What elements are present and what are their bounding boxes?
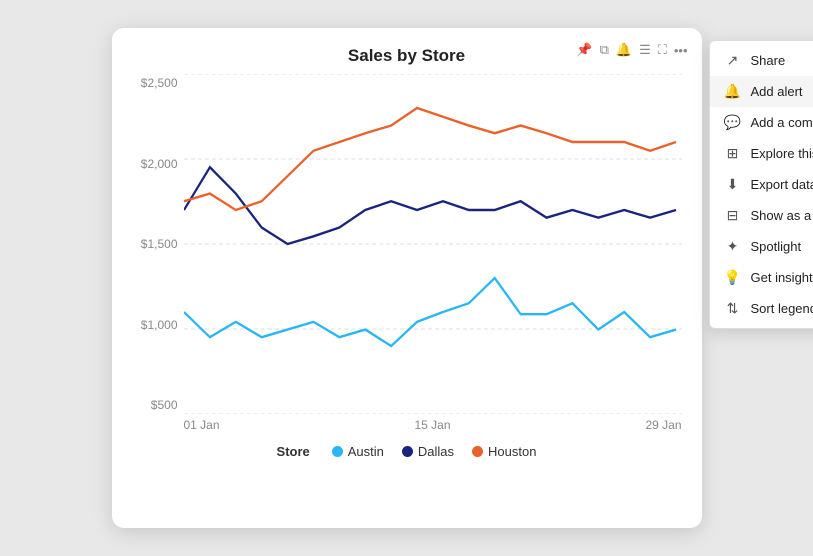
chart-toolbar: 📌 ⧉ 🔔 ☰ ⛶ ••• [576, 42, 687, 58]
context-menu: ↗ Share › 🔔 Add alert 💬 Add a comment ⊞ … [709, 40, 813, 329]
menu-item-explore-data[interactable]: ⊞ Explore this data (preview) [710, 138, 813, 169]
expand-icon[interactable]: ⛶ [658, 42, 667, 58]
menu-label-explore-data: Explore this data (preview) [751, 146, 813, 161]
menu-label-show-table: Show as a table [751, 208, 813, 223]
explore-icon: ⊞ [724, 145, 742, 162]
menu-label-add-alert: Add alert [751, 84, 813, 99]
menu-label-sort-legend: Sort legend [751, 301, 813, 316]
more-icon[interactable]: ••• [674, 43, 688, 58]
menu-item-get-insights[interactable]: 💡 Get insights [710, 262, 813, 293]
spotlight-icon: ✦ [724, 238, 742, 255]
share-icon: ↗ [724, 52, 742, 69]
menu-item-add-comment[interactable]: 💬 Add a comment [710, 107, 813, 138]
menu-label-get-insights: Get insights [751, 270, 813, 285]
y-label-500: $500 [132, 398, 184, 412]
menu-label-add-comment: Add a comment [751, 115, 813, 130]
insights-icon: 💡 [724, 269, 742, 286]
dallas-dot [402, 446, 413, 457]
legend-item-houston: Houston [472, 444, 536, 459]
sort-icon: ⇅ [724, 300, 742, 317]
menu-label-share: Share [751, 53, 813, 68]
austin-line [184, 278, 676, 346]
table-icon: ⊟ [724, 207, 742, 224]
menu-item-share[interactable]: ↗ Share › [710, 45, 813, 76]
x-label-01jan: 01 Jan [184, 418, 220, 432]
legend-store-label: Store [277, 444, 310, 459]
menu-item-show-table[interactable]: ⊟ Show as a table [710, 200, 813, 231]
menu-item-export-data[interactable]: ⬇ Export data [710, 169, 813, 200]
chart-svg-container: .grid-line { stroke: #ddd; stroke-width:… [184, 74, 682, 414]
y-label-1000: $1,000 [132, 318, 184, 332]
chart-card: Sales by Store 📌 ⧉ 🔔 ☰ ⛶ ••• ↗ Share › 🔔… [112, 28, 702, 528]
chart-legend: Store Austin Dallas Houston [132, 444, 682, 459]
menu-item-add-alert[interactable]: 🔔 Add alert [710, 76, 813, 107]
menu-item-spotlight[interactable]: ✦ Spotlight [710, 231, 813, 262]
copy-icon[interactable]: ⧉ [600, 42, 609, 58]
dallas-label: Dallas [418, 444, 454, 459]
chart-svg: .grid-line { stroke: #ddd; stroke-width:… [184, 74, 682, 414]
comment-icon: 💬 [724, 114, 742, 131]
alert-icon: 🔔 [724, 83, 742, 100]
y-label-2500: $2,500 [132, 76, 184, 90]
y-label-1500: $1,500 [132, 237, 184, 251]
chart-area: $500 $1,000 $1,500 $2,000 $2,500 .grid-l… [132, 74, 682, 414]
filter-icon[interactable]: ☰ [639, 42, 651, 58]
x-label-29jan: 29 Jan [645, 418, 681, 432]
x-label-15jan: 15 Jan [414, 418, 450, 432]
x-axis: 01 Jan 15 Jan 29 Jan [132, 418, 682, 432]
menu-label-export-data: Export data [751, 177, 813, 192]
austin-label: Austin [348, 444, 384, 459]
legend-item-dallas: Dallas [402, 444, 454, 459]
menu-item-sort-legend[interactable]: ⇅ Sort legend › [710, 293, 813, 324]
austin-dot [332, 446, 343, 457]
legend-item-austin: Austin [332, 444, 384, 459]
y-axis: $500 $1,000 $1,500 $2,000 $2,500 [132, 74, 184, 414]
export-icon: ⬇ [724, 176, 742, 193]
menu-label-spotlight: Spotlight [751, 239, 813, 254]
bell-icon[interactable]: 🔔 [616, 42, 632, 58]
houston-dot [472, 446, 483, 457]
pin-icon[interactable]: 📌 [576, 42, 592, 58]
dallas-line [184, 167, 676, 244]
y-label-2000: $2,000 [132, 157, 184, 171]
houston-label: Houston [488, 444, 536, 459]
